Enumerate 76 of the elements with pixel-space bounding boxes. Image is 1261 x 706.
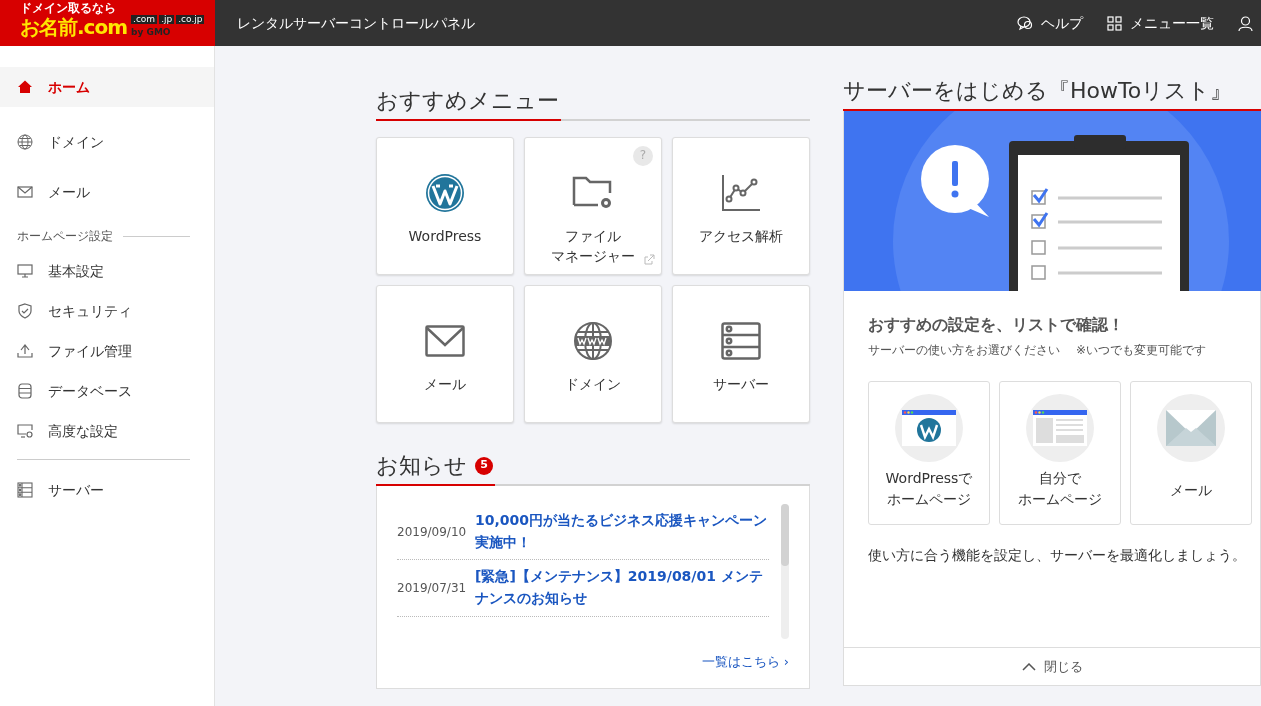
more-link[interactable]: 一覧はこちら › xyxy=(701,654,789,669)
envelope-icon xyxy=(1166,410,1216,446)
menu-tile[interactable]: ファイル マネージャー ? xyxy=(524,137,662,275)
card-heading: おすすめの設定を、リストで確認！ xyxy=(868,314,1125,336)
mail-icon xyxy=(425,325,465,357)
news-date: 2019/09/10 xyxy=(397,523,467,541)
news-link[interactable]: 10,000円が当たるビジネス応援キャンペーン実施中！ xyxy=(475,510,769,554)
sidebar-item[interactable]: ドメイン xyxy=(0,117,214,167)
option-card[interactable]: メール xyxy=(1130,381,1252,525)
app-title: レンタルサーバーコントロールパネル xyxy=(236,13,476,33)
home-icon xyxy=(17,79,33,95)
domain-tag: .jp xyxy=(159,14,175,24)
domain-tag: .co.jp xyxy=(176,14,205,24)
tile-label: サーバー xyxy=(713,375,769,394)
database-icon xyxy=(17,383,33,399)
wordpress-icon xyxy=(425,173,465,213)
grid-icon xyxy=(1107,15,1122,31)
count-badge: 5 xyxy=(475,456,493,475)
news-date: 2019/07/31 xyxy=(397,580,467,598)
logo-wordmark: お名前.com xyxy=(20,16,128,37)
monitor-gear-icon xyxy=(17,423,33,439)
monitor-icon xyxy=(17,263,33,279)
folder-gear-icon xyxy=(572,175,614,211)
option-label: ホームページ xyxy=(1018,490,1102,509)
server-icon xyxy=(721,322,761,360)
mail-icon xyxy=(17,184,33,200)
sidebar-item[interactable]: メール xyxy=(0,167,214,217)
www-globe-icon xyxy=(573,321,613,361)
description-text: 使い方に合う機能を設定し、サーバーを最適化しましょう。 xyxy=(868,546,1247,565)
option-card[interactable]: 自分で ホームページ xyxy=(999,381,1121,525)
caret-icon xyxy=(1021,662,1036,671)
option-label: WordPressで xyxy=(885,469,973,488)
news-link[interactable]: [緊急]【メンテナンス】2019/08/01 メンテナンスのお知らせ xyxy=(475,566,769,610)
tile-label: WordPress xyxy=(408,227,482,246)
sidebar-item[interactable]: セキュリティ xyxy=(0,291,214,331)
line-chart-icon xyxy=(721,174,761,212)
option-label: 自分で xyxy=(1038,469,1082,488)
chat-icon xyxy=(1017,15,1033,31)
logo-byline: by GMO xyxy=(131,27,172,37)
sidebar-item[interactable]: 高度な設定 xyxy=(0,411,214,451)
option-label: メール xyxy=(1170,481,1212,500)
scrollbar[interactable] xyxy=(781,504,789,639)
note-text: ※いつでも変更可能です xyxy=(1076,342,1207,359)
tile-label: ファイル xyxy=(564,227,622,246)
logo[interactable]: ドメイン取るなら お名前.com .com .jp .co.jp by GMO xyxy=(0,0,215,46)
section-title: お知らせ xyxy=(376,452,467,480)
browser-wordpress-icon xyxy=(902,410,956,446)
menu-button[interactable]: メニュー一覧 xyxy=(1107,12,1214,34)
menu-tile[interactable]: WordPress xyxy=(376,137,514,275)
section-heading: ホームページ設定 xyxy=(17,228,113,245)
section-title: おすすめメニュー xyxy=(376,84,561,121)
tile-label: ドメイン xyxy=(565,375,621,394)
globe-icon xyxy=(17,134,33,150)
user-icon xyxy=(1238,15,1253,32)
card-subtitle: サーバーの使い方をお選びください xyxy=(868,342,1060,359)
sidebar-item[interactable]: データベース xyxy=(0,371,214,411)
sidebar-item[interactable]: サーバー xyxy=(0,470,214,510)
option-card[interactable]: WordPressで ホームページ xyxy=(868,381,990,525)
tile-label: アクセス解析 xyxy=(699,227,783,246)
shield-icon xyxy=(17,303,33,319)
upload-icon xyxy=(17,343,33,359)
sidebar-item[interactable]: 基本設定 xyxy=(0,251,214,291)
tile-label: マネージャー xyxy=(551,247,635,267)
server-icon xyxy=(17,482,33,498)
menu-tile[interactable]: メール xyxy=(376,285,514,423)
browser-layout-icon xyxy=(1033,410,1087,446)
menu-tile[interactable]: サーバー xyxy=(672,285,810,423)
help-button[interactable]: ヘルプ xyxy=(1017,12,1083,34)
tile-label: メール xyxy=(424,375,466,394)
option-label: ホームページ xyxy=(886,490,972,509)
sidebar-item[interactable]: ファイル管理 xyxy=(0,331,214,371)
domain-tag: .com xyxy=(131,14,158,24)
menu-tile[interactable]: ドメイン xyxy=(524,285,662,423)
menu-tile[interactable]: アクセス解析 xyxy=(672,137,810,275)
logo-tagline: ドメイン取るなら xyxy=(20,2,117,15)
sidebar-item[interactable]: ホーム xyxy=(0,67,214,107)
